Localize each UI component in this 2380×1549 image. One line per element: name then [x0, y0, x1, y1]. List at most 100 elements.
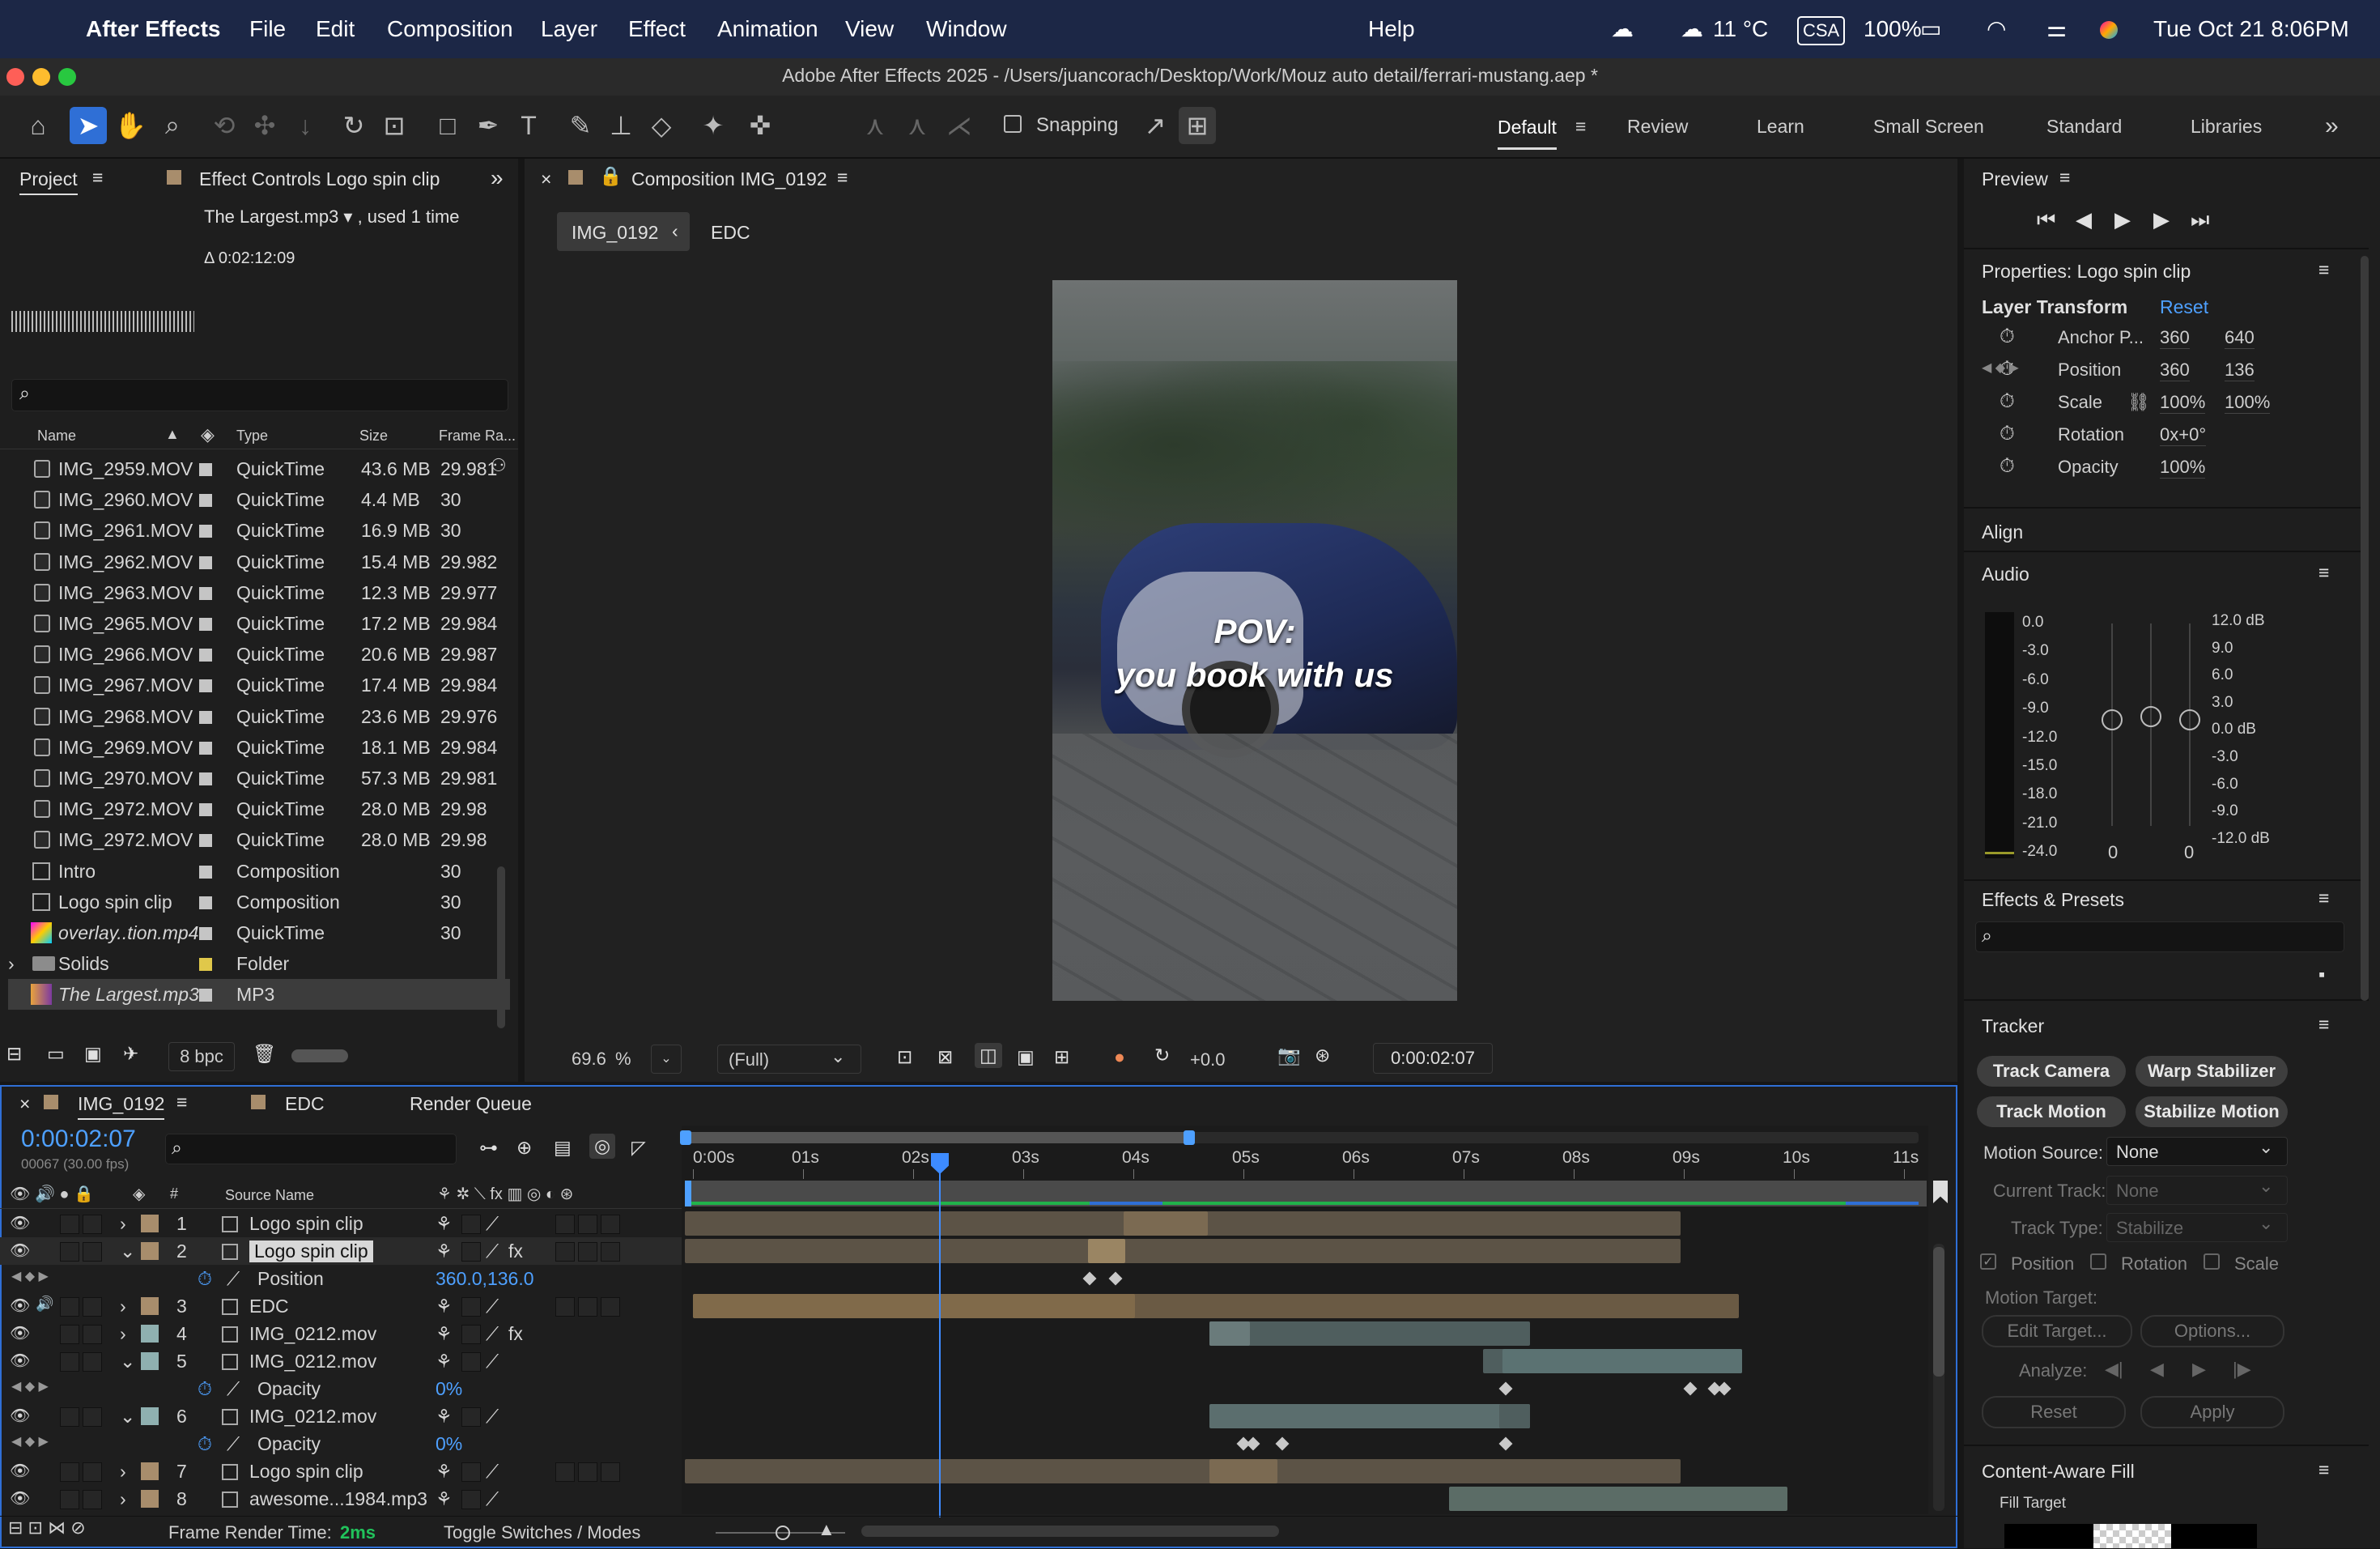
- workspace-small-screen[interactable]: Small Screen: [1873, 96, 1984, 157]
- expand-arrow-icon[interactable]: ›: [120, 1488, 126, 1510]
- axis-local-icon[interactable]: ⋏: [856, 107, 894, 144]
- project-scrollbar[interactable]: [497, 866, 505, 1028]
- project-item[interactable]: Intro Composition 30: [8, 856, 510, 887]
- layer-label-swatch[interactable]: [141, 1242, 159, 1260]
- solo-switch[interactable]: [60, 1462, 79, 1482]
- weather-icon[interactable]: ☁: [1681, 0, 1703, 58]
- eye-visibility-icon[interactable]: 👁: [10, 1296, 30, 1316]
- close-window-button[interactable]: [6, 68, 24, 86]
- new-preset-icon[interactable]: ▪: [2318, 964, 2325, 985]
- layer-trim-segment[interactable]: [1209, 1321, 1250, 1346]
- label-swatch[interactable]: [199, 649, 212, 662]
- puppet-pin-icon[interactable]: ✜: [742, 107, 779, 144]
- layer-label-swatch[interactable]: [141, 1325, 159, 1343]
- property-value[interactable]: 0%: [436, 1378, 462, 1400]
- creative-cloud-icon[interactable]: ☁: [1611, 0, 1634, 58]
- label-swatch[interactable]: [199, 803, 212, 817]
- analyze-forward-icon[interactable]: ▶: [2192, 1359, 2206, 1380]
- flowchart-icon[interactable]: ⚇: [491, 455, 507, 476]
- source-name-header[interactable]: Source Name: [225, 1187, 314, 1204]
- workspace-learn[interactable]: Learn: [1757, 96, 1804, 157]
- quality-switch[interactable]: [461, 1297, 481, 1317]
- layer-row[interactable]: 👁 › 8 awesome...1984.mp3 ⚘ ⟋: [0, 1485, 682, 1513]
- adjustment-switch[interactable]: [578, 1215, 597, 1234]
- graph-icon[interactable]: ⟋: [227, 1433, 240, 1455]
- property-value-1[interactable]: 360: [2160, 327, 2190, 349]
- toggle-switches-modes-button[interactable]: Toggle Switches / Modes: [444, 1522, 640, 1543]
- sort-ascending-icon[interactable]: ▲: [165, 426, 180, 443]
- quality-switch[interactable]: [461, 1215, 481, 1234]
- property-value-2[interactable]: 136: [2225, 360, 2255, 381]
- 3d-switch[interactable]: [601, 1462, 620, 1482]
- lock-switch[interactable]: [83, 1407, 102, 1427]
- expand-arrow-icon[interactable]: ›: [120, 1296, 126, 1317]
- layer-trim-segment[interactable]: [1124, 1211, 1208, 1236]
- weather-temp[interactable]: 11 °C: [1713, 0, 1768, 58]
- snapping-checkbox[interactable]: [1004, 115, 1022, 133]
- adjustment-switch[interactable]: [578, 1242, 597, 1262]
- label-swatch[interactable]: [199, 555, 212, 569]
- layer-name[interactable]: awesome...1984.mp3: [249, 1488, 427, 1510]
- roto-brush-icon[interactable]: ✦: [695, 107, 732, 144]
- new-folder-icon[interactable]: ▭: [47, 1043, 65, 1065]
- project-item[interactable]: IMG_2972.MOV QuickTime 28.0 MB 29.98: [8, 794, 510, 824]
- exposure-value[interactable]: +0.0: [1190, 1049, 1225, 1070]
- audio-left-value[interactable]: 0: [2108, 842, 2118, 863]
- rectangle-tool-icon[interactable]: □: [429, 107, 466, 144]
- quality-switch[interactable]: [461, 1490, 481, 1509]
- label-swatch[interactable]: [199, 525, 212, 538]
- label-swatch[interactable]: [199, 834, 212, 848]
- motion-blur-switch[interactable]: [555, 1242, 575, 1262]
- project-item[interactable]: IMG_2972.MOV QuickTime 28.0 MB 29.98: [8, 824, 510, 855]
- hand-tool-icon[interactable]: ✋: [112, 107, 149, 144]
- project-tab[interactable]: Project: [19, 168, 78, 195]
- graph-icon[interactable]: ⟋: [227, 1378, 240, 1400]
- shy-switch-icon[interactable]: ⚘: [436, 1213, 453, 1235]
- collapse-arrow-icon[interactable]: ⌄: [120, 1406, 135, 1428]
- app-menu[interactable]: After Effects: [86, 0, 220, 58]
- track-motion-button[interactable]: Track Motion: [1977, 1096, 2126, 1127]
- project-item[interactable]: IMG_2960.MOV QuickTime 4.4 MB 30: [8, 484, 510, 515]
- snapshot-icon[interactable]: 📷: [1277, 1045, 1301, 1066]
- solo-switch[interactable]: [60, 1215, 79, 1234]
- property-row[interactable]: ◀ ◆ ▶ ⏱ ⟋ Opacity 0%: [0, 1375, 682, 1402]
- grid-guides-icon[interactable]: ⊞: [1054, 1046, 1069, 1068]
- interpret-footage-icon[interactable]: ⊟: [6, 1043, 22, 1065]
- show-snapshot-icon[interactable]: ⊛: [1315, 1045, 1330, 1066]
- align-title[interactable]: Align: [1982, 521, 2023, 543]
- property-value-1[interactable]: 0x+0°: [2160, 424, 2207, 446]
- selection-tool-icon[interactable]: ➤: [70, 107, 107, 144]
- timeline-timecode[interactable]: 0:00:02:07: [21, 1126, 136, 1153]
- menu-composition[interactable]: Composition: [387, 0, 513, 58]
- zoom-window-button[interactable]: [58, 68, 76, 86]
- quality-icon[interactable]: ⟋: [486, 1296, 499, 1317]
- close-comp-icon[interactable]: ×: [541, 168, 551, 190]
- layer-label-swatch[interactable]: [141, 1407, 159, 1425]
- breadcrumb-edc[interactable]: EDC: [711, 222, 750, 244]
- minimize-window-button[interactable]: [32, 68, 50, 86]
- shy-switch-icon[interactable]: ⚘: [436, 1240, 453, 1262]
- label-swatch[interactable]: [199, 710, 212, 724]
- play-icon[interactable]: ▶: [2114, 207, 2131, 232]
- pen-tool-icon[interactable]: ✒: [470, 107, 507, 144]
- keyframe-navigator-icon[interactable]: ◀ ◆ ▶: [11, 1433, 49, 1449]
- expand-arrow-icon[interactable]: ›: [120, 1323, 126, 1345]
- project-item[interactable]: IMG_2968.MOV QuickTime 23.6 MB 29.976: [8, 701, 510, 732]
- audio-right-value[interactable]: 0: [2184, 842, 2194, 863]
- menu-view[interactable]: View: [845, 0, 894, 58]
- quality-icon[interactable]: ⟋: [486, 1488, 499, 1510]
- label-swatch[interactable]: [199, 865, 212, 879]
- solo-switch[interactable]: [60, 1407, 79, 1427]
- timeline-tab-edc[interactable]: EDC: [285, 1093, 325, 1115]
- fx-switch[interactable]: fx: [508, 1240, 523, 1262]
- label-swatch[interactable]: [199, 896, 212, 909]
- playhead-line[interactable]: [939, 1153, 941, 1517]
- layer-row[interactable]: 👁 ⌄ 5 IMG_0212.mov ⚘ ⟋: [0, 1347, 682, 1375]
- pan-tool-icon[interactable]: ✣: [246, 107, 283, 144]
- rotation-checkbox[interactable]: [2090, 1253, 2106, 1270]
- layer-label-swatch[interactable]: [141, 1490, 159, 1508]
- project-menu-icon[interactable]: ≡: [92, 167, 103, 189]
- layer-name[interactable]: IMG_0212.mov: [249, 1406, 376, 1428]
- timeline-vscroll-thumb[interactable]: [1933, 1247, 1944, 1377]
- eye-visibility-icon[interactable]: 👁: [10, 1351, 30, 1371]
